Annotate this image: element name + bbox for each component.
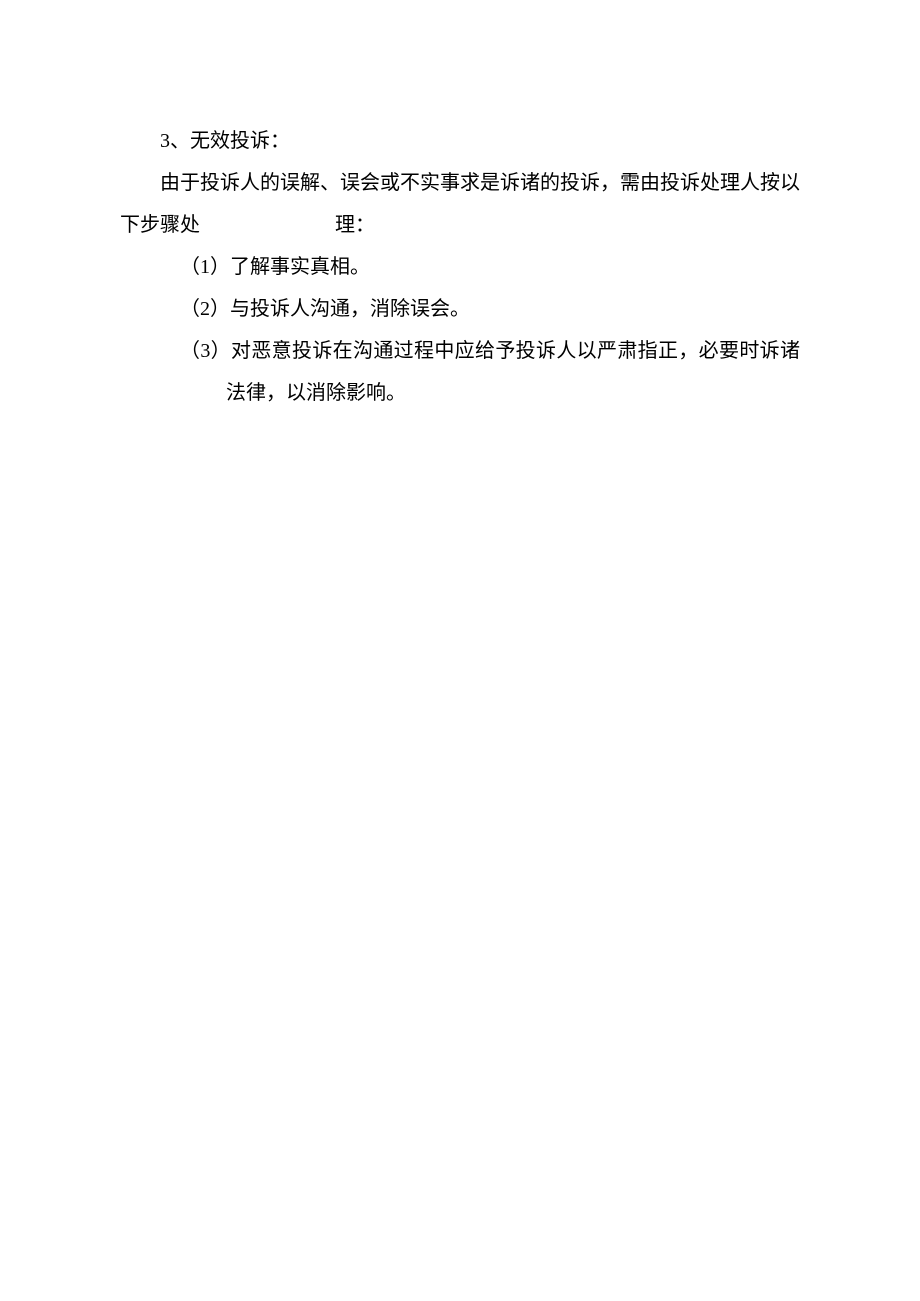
intro-paragraph: 由于投诉人的误解、误会或不实事求是诉诸的投诉，需由投诉处理人按以下步骤处 理： <box>120 162 800 246</box>
heading-invalid-complaint: 3、无效投诉： <box>120 120 800 162</box>
list-item-3-text: （3）对恶意投诉在沟通过程中应给予投诉人以严肃指正，必要时诉诸法律，以消除影响。 <box>180 340 800 404</box>
intro-text-part1: 由于投诉人的误解、误会或不实事求是诉诸的投诉，需由投诉处理人按以下步骤处 <box>120 172 800 236</box>
heading-text: 3、无效投诉： <box>160 130 290 152</box>
list-item-1-text: （1）了解事实真相。 <box>180 256 370 278</box>
list-item-3: （3）对恶意投诉在沟通过程中应给予投诉人以严肃指正，必要时诉诸法律，以消除影响。 <box>120 330 800 414</box>
intro-text-part2: 理： <box>335 214 375 236</box>
list-item-2: （2）与投诉人沟通，消除误会。 <box>120 288 800 330</box>
list-item-2-text: （2）与投诉人沟通，消除误会。 <box>180 298 470 320</box>
list-item-1: （1）了解事实真相。 <box>120 246 800 288</box>
